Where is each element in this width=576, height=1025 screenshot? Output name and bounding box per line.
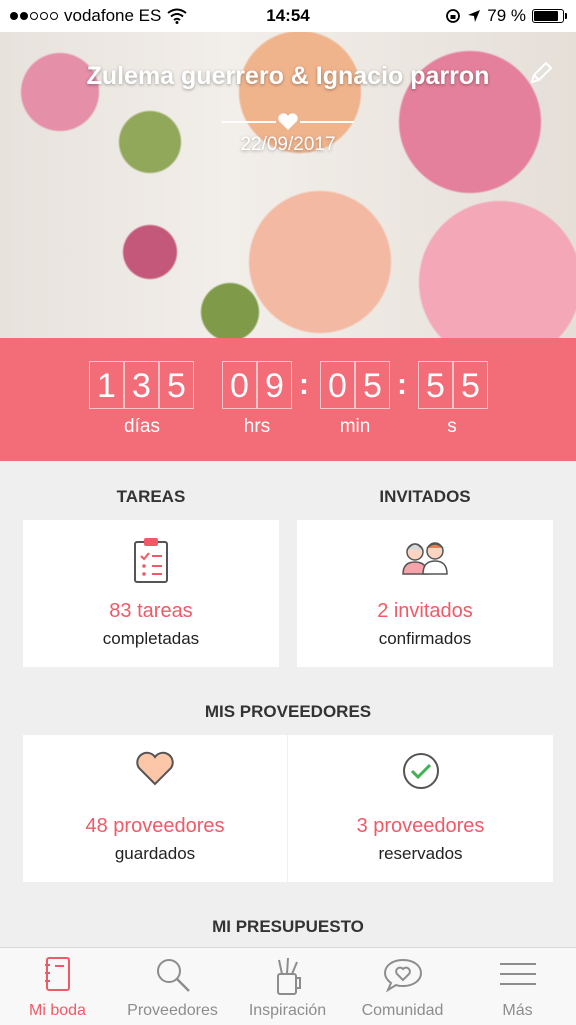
tab-label: Inspiración — [248, 1002, 327, 1019]
pencil-cup-icon — [276, 957, 301, 995]
guests-couple-icon — [402, 542, 448, 575]
countdown-digit: 5 — [355, 361, 390, 409]
location-arrow-icon — [468, 10, 481, 22]
notebook-icon — [44, 957, 70, 991]
booked-vendors-count: 3 proveedores — [356, 815, 485, 837]
tab-mi-boda[interactable]: Mi boda — [0, 948, 115, 1025]
colon-separator: : — [299, 368, 309, 401]
minutes-counter: 0 5 — [320, 361, 390, 409]
rotation-lock-icon — [446, 9, 461, 23]
tab-label: Más — [502, 1002, 533, 1019]
tab-label: Comunidad — [361, 1002, 444, 1019]
countdown-digit: 5 — [453, 361, 488, 409]
tab-comunidad[interactable]: Comunidad — [345, 948, 460, 1025]
guests-card[interactable]: 2 invitados confirmados — [297, 520, 553, 667]
saved-vendors-label: guardados — [114, 844, 196, 863]
hours-label: hrs — [243, 416, 271, 437]
menu-icon — [499, 963, 536, 985]
hero-banner: Zulema guerrero & Ignacio parron 22/09/2… — [0, 32, 576, 338]
hours-counter: 0 9 — [222, 361, 292, 409]
heart-divider-icon — [222, 113, 354, 130]
tab-label: Proveedores — [127, 1002, 218, 1019]
tab-mas[interactable]: Más — [460, 948, 575, 1025]
booked-vendors-label: reservados — [378, 844, 463, 863]
countdown-panel: 1 3 5 0 9 : 0 5 : 5 5 días hrs min s — [0, 338, 576, 461]
tab-label: Mi boda — [29, 1002, 86, 1019]
countdown-digit: 1 — [89, 361, 124, 409]
colon-separator: : — [397, 368, 407, 401]
countdown-digit: 5 — [159, 361, 194, 409]
chat-heart-icon — [383, 958, 422, 993]
countdown-digit: 0 — [320, 361, 355, 409]
status-bar: vodafone ES 14:54 79 % — [0, 0, 576, 32]
guests-section-title: INVITADOS — [379, 487, 471, 506]
wedding-date: 22/09/2017 — [240, 134, 336, 155]
budget-section-title: MI PRESUPUESTO — [212, 917, 364, 936]
countdown-digit: 0 — [222, 361, 257, 409]
check-circle-icon — [402, 753, 439, 789]
edit-pencil-icon[interactable] — [528, 60, 554, 86]
minutes-label: min — [339, 416, 371, 437]
seconds-label: s — [447, 416, 457, 437]
saved-vendors-card[interactable]: 48 proveedores guardados — [23, 735, 287, 882]
booked-vendors-card[interactable]: 3 proveedores reservados — [288, 735, 553, 882]
heart-icon — [136, 751, 174, 786]
days-counter: 1 3 5 — [89, 361, 194, 409]
countdown-digit: 9 — [257, 361, 292, 409]
tasks-section-title: TAREAS — [116, 487, 186, 506]
vendors-section-title: MIS PROVEEDORES — [204, 702, 372, 721]
clipboard-checklist-icon — [134, 538, 168, 583]
tab-proveedores[interactable]: Proveedores — [115, 948, 230, 1025]
tab-inspiracion[interactable]: Inspiración — [230, 948, 345, 1025]
seconds-counter: 5 5 — [418, 361, 488, 409]
days-label: días — [124, 416, 160, 437]
tasks-card[interactable]: 83 tareas completadas — [23, 520, 279, 667]
countdown-digit: 5 — [418, 361, 453, 409]
guests-count: 2 invitados — [377, 600, 473, 622]
saved-vendors-count: 48 proveedores — [85, 815, 225, 837]
tab-bar: Mi boda Proveedores Inspiración Comunida… — [0, 947, 576, 1025]
status-right: 79 % — [445, 6, 567, 26]
tasks-count: 83 tareas — [109, 600, 193, 622]
guests-label: confirmados — [378, 629, 472, 648]
battery-icon — [532, 9, 567, 23]
search-icon — [156, 959, 190, 992]
couple-names: Zulema guerrero & Ignacio parron — [86, 62, 490, 90]
tasks-label: completadas — [102, 629, 200, 648]
countdown-digit: 3 — [124, 361, 159, 409]
battery-percent: 79 % — [487, 6, 526, 25]
